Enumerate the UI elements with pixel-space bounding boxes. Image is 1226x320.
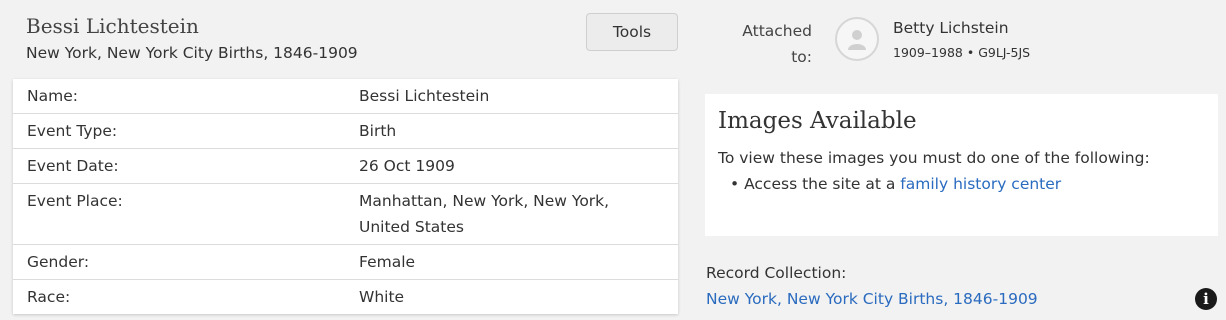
table-row: Name: Bessi Lichtestein (13, 79, 678, 114)
field-value: 26 Oct 1909 (359, 157, 455, 175)
table-row: Gender: Female (13, 245, 678, 280)
field-label: Event Date: (27, 157, 119, 175)
record-details-table: Name: Bessi Lichtestein Event Type: Birt… (13, 79, 678, 314)
info-icon[interactable]: i (1195, 288, 1217, 310)
field-value: Bessi Lichtestein (359, 87, 490, 105)
table-row: Race: White (13, 280, 678, 315)
field-label: Event Type: (27, 122, 118, 140)
attached-label-line1: Attached (742, 22, 812, 40)
attached-to-label: Attached to: (720, 18, 812, 70)
record-person-name: Bessi Lichtestein (26, 14, 199, 38)
record-collection-link[interactable]: New York, New York City Births, 1846-190… (706, 290, 1038, 308)
family-history-center-link[interactable]: family history center (900, 175, 1061, 193)
attached-person-meta: 1909–1988 • G9LJ-5JS (893, 45, 1031, 60)
images-available-panel: Images Available To view these images yo… (705, 94, 1218, 236)
table-row: Event Place: Manhattan, New York, New Yo… (13, 184, 678, 245)
bullet-prefix: Access the site at a (744, 175, 901, 193)
field-value: Female (359, 253, 416, 271)
record-collection-subtitle: New York, New York City Births, 1846-190… (26, 44, 358, 62)
attached-person-name[interactable]: Betty Lichstein (893, 19, 1009, 37)
field-label: Gender: (27, 253, 90, 271)
field-label: Event Place: (27, 192, 123, 210)
tools-button[interactable]: Tools (586, 13, 678, 51)
table-row: Event Date: 26 Oct 1909 (13, 149, 678, 184)
field-value-cell: Manhattan, New York, New York, United St… (359, 184, 678, 245)
person-silhouette-icon[interactable] (835, 17, 879, 61)
images-available-description: To view these images you must do one of … (718, 149, 1150, 167)
record-collection-label: Record Collection: (706, 264, 847, 282)
table-row: Event Type: Birth (13, 114, 678, 149)
field-value: Manhattan, New York, New York, United St… (359, 192, 610, 236)
attached-label-line2: to: (791, 48, 812, 66)
field-label: Name: (27, 87, 78, 105)
bullet-dot: • (730, 175, 745, 193)
field-label: Race: (27, 288, 71, 306)
field-value: Birth (359, 122, 397, 140)
avatar-silhouette-graphic (848, 30, 866, 50)
images-access-bullet: • Access the site at a family history ce… (730, 175, 1061, 193)
field-value: White (359, 288, 405, 306)
images-available-title: Images Available (718, 108, 917, 134)
